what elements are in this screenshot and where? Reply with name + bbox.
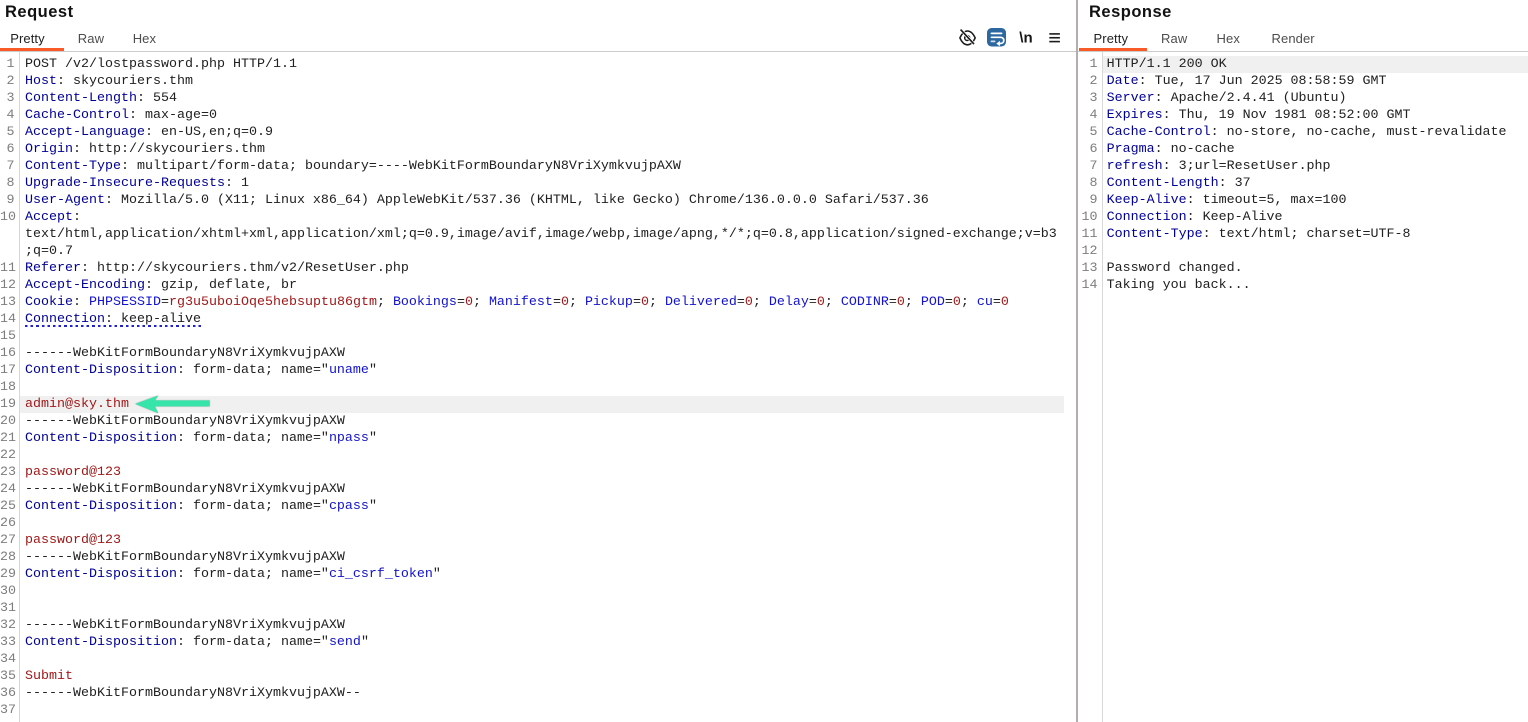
svg-text:\n: \n (1019, 30, 1032, 47)
